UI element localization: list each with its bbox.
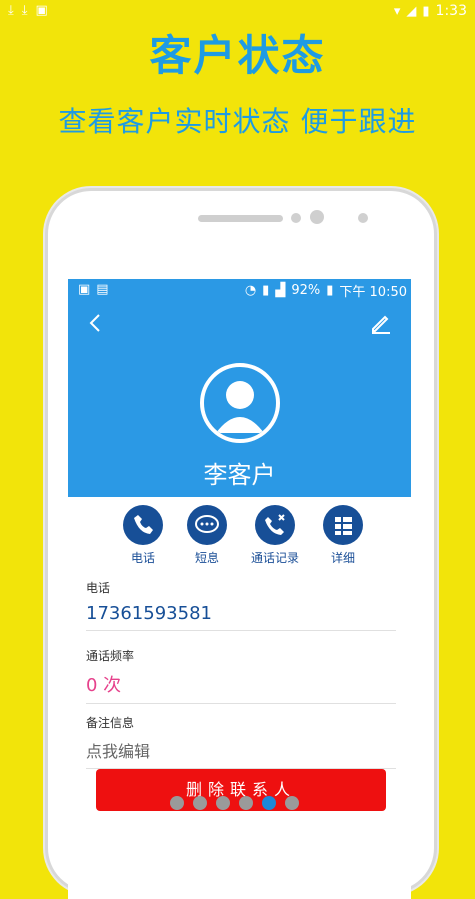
call-frequency-label: 通话频率 bbox=[86, 649, 135, 663]
call-frequency-value: 0 次 bbox=[86, 675, 122, 696]
details-action[interactable]: 详细 bbox=[308, 505, 378, 566]
edit-icon bbox=[372, 315, 390, 334]
edit-button[interactable] bbox=[369, 311, 393, 335]
signal-icon: ◢ bbox=[406, 3, 417, 19]
contact-header: ▣ ▤ ◔ ▮ ▟ 92% ▮ 下午 10:50 李客户 bbox=[68, 279, 411, 497]
call-log-icon bbox=[255, 505, 295, 545]
chevron-left-icon bbox=[89, 314, 100, 332]
system-status-bar: ⤓ ⤓ ▣ ▾ ◢ ▮ 1:33 bbox=[0, 0, 475, 22]
page-dot-active[interactable] bbox=[262, 796, 276, 810]
notes-value[interactable]: 点我编辑 bbox=[86, 738, 396, 762]
page-dot[interactable] bbox=[170, 796, 184, 810]
wifi-icon: ▾ bbox=[393, 3, 401, 19]
call-action[interactable]: 电话 bbox=[108, 505, 178, 566]
person-icon bbox=[216, 381, 264, 433]
phone-speaker bbox=[198, 215, 283, 222]
wifi-icon: ◔ bbox=[244, 283, 257, 298]
phone-sensor bbox=[358, 213, 368, 223]
action-bar: 电话 短息 通话记录 详细 bbox=[108, 505, 368, 565]
page-dot[interactable] bbox=[216, 796, 230, 810]
message-label: 短息 bbox=[194, 551, 219, 565]
battery-icon: ▮ bbox=[326, 283, 334, 298]
battery-percent: 92% bbox=[291, 283, 321, 298]
phone-field-label: 电话 bbox=[86, 581, 111, 595]
signal-icon: ▟ bbox=[275, 283, 286, 298]
page-dot[interactable] bbox=[193, 796, 207, 810]
keyboard-icon: ▤ bbox=[96, 282, 109, 297]
phone-mockup: ▣ ▤ ◔ ▮ ▟ 92% ▮ 下午 10:50 李客户 电话 短息 通话记录 … bbox=[45, 188, 437, 899]
divider bbox=[86, 630, 396, 631]
divider bbox=[86, 703, 396, 704]
phone-camera bbox=[310, 210, 324, 224]
message-action[interactable]: 短息 bbox=[172, 505, 242, 566]
notes-field[interactable]: 备注信息 点我编辑 bbox=[86, 714, 396, 769]
call-log-action[interactable]: 通话记录 bbox=[240, 505, 310, 566]
page-dot[interactable] bbox=[239, 796, 253, 810]
avatar bbox=[200, 363, 280, 443]
page-dot[interactable] bbox=[285, 796, 299, 810]
notes-label: 备注信息 bbox=[86, 716, 135, 730]
app-status-bar: ▣ ▤ ◔ ▮ ▟ 92% ▮ 下午 10:50 bbox=[68, 279, 411, 301]
contact-name: 李客户 bbox=[203, 461, 276, 489]
phone-icon bbox=[123, 505, 163, 545]
phone-sensor bbox=[291, 213, 301, 223]
promo-title: 客户状态 bbox=[149, 31, 326, 80]
message-icon bbox=[187, 505, 227, 545]
image-icon: ▣ bbox=[78, 282, 91, 297]
download-icon: ⤓ bbox=[8, 3, 14, 18]
phone-number: 17361593581 bbox=[86, 603, 212, 624]
call-log-label: 通话记录 bbox=[250, 551, 299, 565]
phone-field[interactable]: 电话 17361593581 bbox=[86, 579, 396, 631]
call-label: 电话 bbox=[130, 551, 155, 565]
back-button[interactable] bbox=[84, 311, 108, 335]
download-icon: ⤓ bbox=[21, 3, 28, 18]
call-frequency-field: 通话频率 0 次 bbox=[86, 647, 396, 704]
system-time: 1:33 bbox=[435, 3, 467, 19]
app-status-time: 下午 10:50 bbox=[339, 285, 407, 300]
sim-icon: ▮ bbox=[262, 283, 270, 298]
details-icon bbox=[323, 505, 363, 545]
page-indicator bbox=[170, 796, 299, 810]
notification-icon: ▣ bbox=[35, 3, 48, 18]
promo-subtitle: 查看客户实时状态 便于跟进 bbox=[58, 105, 417, 138]
details-label: 详细 bbox=[330, 551, 355, 565]
battery-icon: ▮ bbox=[422, 3, 430, 19]
